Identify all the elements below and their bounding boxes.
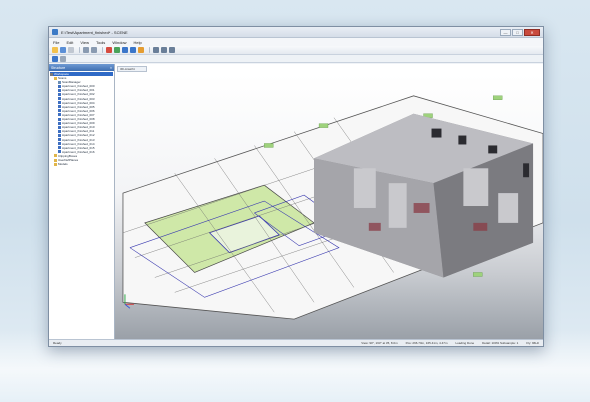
scan-icon: [58, 133, 61, 137]
panel-title: Structure: [51, 65, 66, 70]
menu-bar: File Edit View Tools Window Help: [49, 38, 543, 46]
toolbar-separator: [79, 47, 80, 53]
scan-icon: [58, 146, 61, 150]
navigation-icon[interactable]: [52, 55, 58, 62]
menu-window[interactable]: Window: [112, 40, 126, 45]
view-3d-icon[interactable]: [122, 47, 128, 53]
panel-header: Structure ×: [49, 64, 114, 71]
status-view: View: 90°, 163° at 35, 8.0m: [361, 341, 398, 345]
scene-svg: [122, 95, 543, 320]
scan-icon: [58, 88, 61, 92]
title-bar: E:\Test\Apartment_finished* - SCENE — □ …: [49, 27, 543, 38]
register-icon[interactable]: [106, 47, 112, 53]
toolbar-separator: [149, 47, 150, 53]
scan-icon: [58, 109, 61, 113]
status-fps: Fly: 96Hz: [526, 341, 539, 345]
tree-item[interactable]: Models: [50, 162, 113, 166]
status-loading: Loading Done: [455, 341, 475, 345]
close-button[interactable]: ✕: [524, 28, 540, 36]
scan-icon: [58, 129, 61, 133]
scan-icon: [58, 113, 61, 117]
menu-help[interactable]: Help: [134, 40, 142, 45]
print-icon[interactable]: [68, 47, 74, 53]
scan-icon: [58, 150, 61, 154]
folder-icon: [54, 76, 57, 80]
open-icon[interactable]: [52, 47, 58, 53]
menu-tools[interactable]: Tools: [96, 40, 105, 45]
structure-tree: Workspace Scans ScanManager Apartment_finis…: [49, 71, 114, 167]
scan-icon: [58, 138, 61, 142]
undo-icon[interactable]: [83, 47, 89, 53]
app-window: E:\Test\Apartment_finished* - SCENE — □ …: [48, 26, 544, 347]
app-icon: [52, 29, 58, 35]
main-area: Structure × Workspace Scans ScanManager Apa…: [49, 64, 543, 339]
grid-icon: [58, 80, 61, 84]
settings-icon[interactable]: [169, 47, 175, 53]
view-tab[interactable]: 3D-Ansicht: [117, 66, 147, 72]
filter-icon[interactable]: [153, 47, 159, 53]
structure-panel: Structure × Workspace Scans ScanManager Apa…: [49, 64, 115, 339]
view-tab-label: 3D-Ansicht: [120, 67, 135, 71]
scan-icon: [58, 97, 61, 101]
measure-icon[interactable]: [138, 47, 144, 53]
scan-icon: [58, 117, 61, 121]
menu-edit[interactable]: Edit: [66, 40, 73, 45]
scan-icon: [58, 125, 61, 129]
maximize-button[interactable]: □: [512, 28, 523, 36]
redo-icon[interactable]: [91, 47, 97, 53]
main-toolbar: [49, 46, 543, 55]
3d-viewport[interactable]: 3D-Ansicht: [115, 64, 543, 339]
point-cloud-canvas[interactable]: [115, 74, 543, 339]
folder-icon: [54, 154, 57, 158]
scan-icon: [58, 84, 61, 88]
root-icon: [50, 72, 53, 76]
view-2d-icon[interactable]: [130, 47, 136, 53]
scan-icon: [58, 93, 61, 97]
scan-icon: [58, 101, 61, 105]
folder-icon: [54, 158, 57, 162]
status-ready: Ready: [53, 341, 62, 345]
panel-close-button[interactable]: ×: [110, 66, 112, 70]
status-bar: Ready View: 90°, 163° at 35, 8.0m Pos: 2…: [49, 339, 543, 346]
scan-icon: [58, 105, 61, 109]
scan-icon: [58, 142, 61, 146]
clipping-box-icon[interactable]: [161, 47, 167, 53]
dropdown-icon[interactable]: [60, 55, 66, 62]
toolbar-separator: [102, 47, 103, 53]
colorize-icon[interactable]: [114, 47, 120, 53]
folder-icon: [54, 162, 57, 166]
menu-file[interactable]: File: [53, 40, 59, 45]
menu-view[interactable]: View: [80, 40, 89, 45]
window-title: E:\Test\Apartment_finished* - SCENE: [61, 29, 128, 35]
minimize-button[interactable]: —: [500, 28, 511, 36]
status-position: Pos: 266.70m, 165.41m, 4.47m: [405, 341, 448, 345]
status-detail: Detail: 100% Subsample: 1: [482, 341, 519, 345]
save-icon[interactable]: [60, 47, 66, 53]
tree-item-label: Models: [58, 162, 68, 167]
secondary-toolbar: [49, 55, 543, 63]
scan-icon: [58, 121, 61, 125]
